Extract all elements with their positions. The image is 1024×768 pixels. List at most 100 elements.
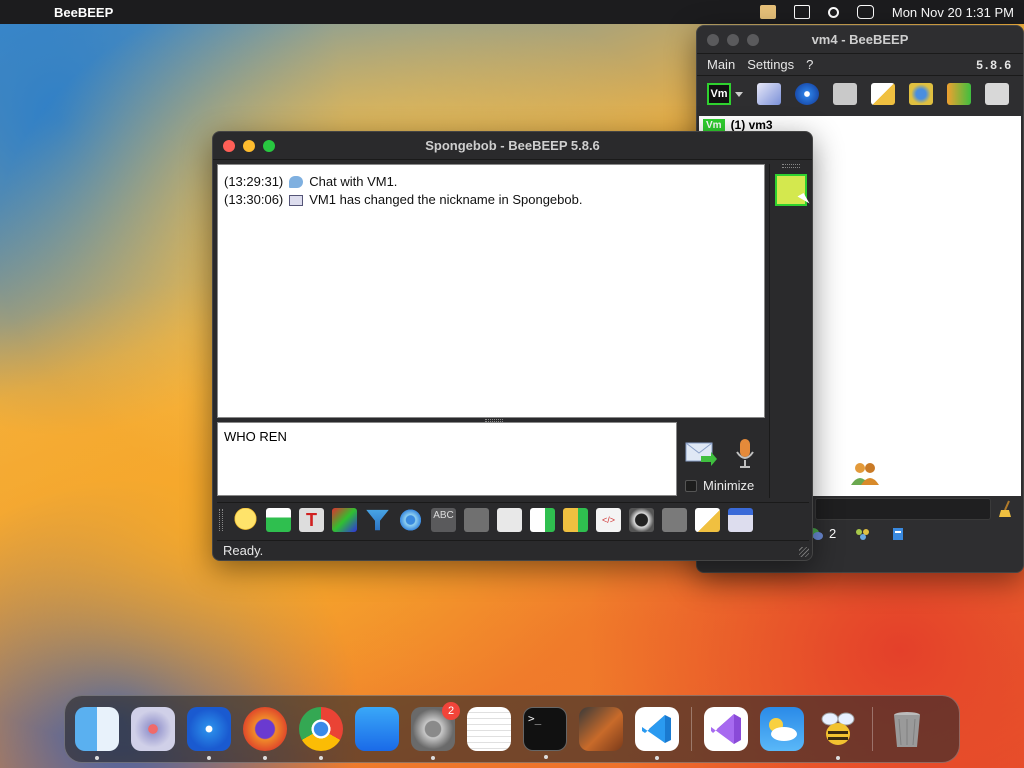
chat-message: (13:29:31) Chat with VM1. bbox=[224, 173, 758, 191]
zoom-button[interactable] bbox=[263, 140, 275, 152]
vm4-window-title: vm4 - BeeBEEP bbox=[811, 32, 909, 47]
vm4-toolbar: Vm bbox=[697, 76, 1023, 112]
notes-icon[interactable] bbox=[695, 507, 720, 532]
font-icon[interactable] bbox=[464, 507, 489, 532]
window-icon[interactable] bbox=[793, 5, 810, 19]
chat-bubble-icon bbox=[289, 176, 304, 188]
message-text: VM1 has changed the nickname in Spongebo… bbox=[309, 192, 583, 207]
mail-icon[interactable] bbox=[266, 507, 291, 532]
text-format-icon[interactable]: T bbox=[299, 507, 324, 532]
color-icon[interactable] bbox=[332, 507, 357, 532]
vm4-menu-help[interactable]: ? bbox=[806, 57, 813, 72]
voice-message-button[interactable] bbox=[735, 438, 755, 470]
menu-bar-status: Mon Nov 20 1:31 PM bbox=[759, 5, 1014, 20]
bee-icon bbox=[821, 712, 855, 745]
trash-icon[interactable] bbox=[885, 707, 929, 751]
safari-icon[interactable] bbox=[187, 707, 231, 760]
vscode-logo-icon bbox=[642, 715, 671, 743]
network-icon[interactable] bbox=[795, 83, 819, 105]
document-icon[interactable] bbox=[497, 507, 522, 532]
running-indicator bbox=[207, 756, 211, 760]
running-indicator bbox=[836, 756, 840, 760]
plugins-icon[interactable] bbox=[909, 83, 933, 105]
weather-icon[interactable] bbox=[760, 707, 804, 751]
screenshot-icon[interactable] bbox=[662, 507, 687, 532]
folder-icon[interactable] bbox=[759, 5, 776, 19]
terminal-icon[interactable]: >_ bbox=[523, 707, 567, 759]
notification-badge: 2 bbox=[442, 702, 460, 720]
user-list-item[interactable]: Vm (1) vm3 bbox=[703, 118, 773, 132]
visual-studio-icon[interactable] bbox=[704, 707, 748, 751]
minimize-checkbox[interactable] bbox=[685, 479, 697, 492]
chat-history[interactable]: (13:29:31) Chat with VM1. (13:30:06) VM1… bbox=[217, 164, 765, 418]
beebeep-icon[interactable] bbox=[816, 707, 860, 760]
vm-status-button[interactable]: Vm bbox=[707, 83, 731, 105]
control-center-icon[interactable] bbox=[856, 5, 874, 19]
toolbar-grip-handle[interactable] bbox=[219, 508, 223, 531]
vscode-icon[interactable] bbox=[635, 707, 679, 760]
system-settings-icon[interactable]: 2 bbox=[411, 702, 460, 760]
dock-separator bbox=[872, 707, 873, 751]
group-icon[interactable] bbox=[854, 527, 872, 541]
export-icon[interactable] bbox=[530, 507, 555, 532]
trash-icon[interactable] bbox=[985, 83, 1009, 105]
menu-app-name[interactable]: BeeBEEP bbox=[54, 5, 113, 20]
trash-can-icon bbox=[894, 712, 920, 747]
chat-statusbar: Ready. bbox=[217, 540, 809, 558]
file-share-icon[interactable] bbox=[890, 527, 906, 541]
camera-icon[interactable] bbox=[629, 507, 654, 532]
vm4-filter-input[interactable] bbox=[815, 498, 991, 520]
textedit-icon[interactable] bbox=[467, 707, 511, 751]
code-icon[interactable]: </> bbox=[596, 507, 621, 532]
filter-icon[interactable] bbox=[366, 509, 389, 531]
member-avatar-icon[interactable] bbox=[774, 174, 807, 206]
spotlight-search-icon[interactable] bbox=[827, 6, 839, 18]
chat-window-title: Spongebob - BeeBEEP 5.8.6 bbox=[425, 138, 600, 153]
clear-filter-icon[interactable] bbox=[997, 500, 1015, 518]
users-group-icon bbox=[851, 463, 879, 485]
vm4-minimize-button[interactable] bbox=[727, 34, 739, 46]
minimize-label: Minimize bbox=[703, 478, 755, 493]
app-store-icon[interactable] bbox=[355, 707, 399, 751]
spellcheck-icon[interactable]: ABC bbox=[431, 507, 456, 532]
dock: 2 >_ bbox=[64, 695, 960, 763]
minimize-button[interactable] bbox=[243, 140, 255, 152]
menu-clock[interactable]: Mon Nov 20 1:31 PM bbox=[892, 5, 1014, 20]
user-status-badge: Vm bbox=[703, 118, 725, 132]
vm4-close-button[interactable] bbox=[707, 34, 719, 46]
firefox-icon[interactable] bbox=[243, 707, 287, 760]
emoticon-icon[interactable] bbox=[233, 507, 258, 532]
window-resize-handle[interactable] bbox=[799, 547, 809, 557]
running-indicator bbox=[431, 756, 435, 760]
online-count-value: 2 bbox=[829, 526, 837, 541]
broadcast-mail-icon[interactable] bbox=[833, 83, 857, 105]
folder-share-icon[interactable] bbox=[563, 507, 588, 532]
chat-titlebar[interactable]: Spongebob - BeeBEEP 5.8.6 bbox=[213, 132, 812, 160]
cloud-sun-icon bbox=[769, 718, 797, 741]
chrome-icon[interactable] bbox=[299, 707, 343, 760]
visual-studio-logo-icon bbox=[711, 714, 741, 744]
vm4-titlebar[interactable]: vm4 - BeeBEEP bbox=[697, 26, 1023, 54]
chat-toolbar: T ABC </> bbox=[217, 502, 809, 536]
vm4-menu-main[interactable]: Main bbox=[707, 57, 735, 72]
running-indicator bbox=[263, 756, 267, 760]
launchpad-icon[interactable] bbox=[131, 707, 175, 751]
download-icon[interactable] bbox=[947, 83, 971, 105]
save-icon[interactable] bbox=[728, 507, 753, 532]
vm4-menu-settings[interactable]: Settings bbox=[747, 57, 794, 72]
vm4-zoom-button[interactable] bbox=[747, 34, 759, 46]
garageband-icon[interactable] bbox=[579, 707, 623, 751]
running-indicator bbox=[319, 756, 323, 760]
panel-grip-handle[interactable] bbox=[781, 164, 800, 168]
send-message-button[interactable] bbox=[685, 440, 717, 468]
minimize-option[interactable]: Minimize bbox=[685, 478, 754, 493]
finder-icon[interactable] bbox=[75, 707, 119, 760]
close-button[interactable] bbox=[223, 140, 235, 152]
vm4-statusbar: 2 bbox=[807, 526, 906, 541]
compose-mail-icon[interactable] bbox=[871, 83, 895, 105]
edit-profile-icon[interactable] bbox=[757, 83, 781, 105]
settings-gears-icon[interactable] bbox=[398, 507, 423, 532]
chevron-down-icon[interactable] bbox=[735, 91, 743, 97]
message-input[interactable]: WHO REN bbox=[217, 422, 677, 496]
vm4-version: 5.8.6 bbox=[976, 57, 1013, 72]
